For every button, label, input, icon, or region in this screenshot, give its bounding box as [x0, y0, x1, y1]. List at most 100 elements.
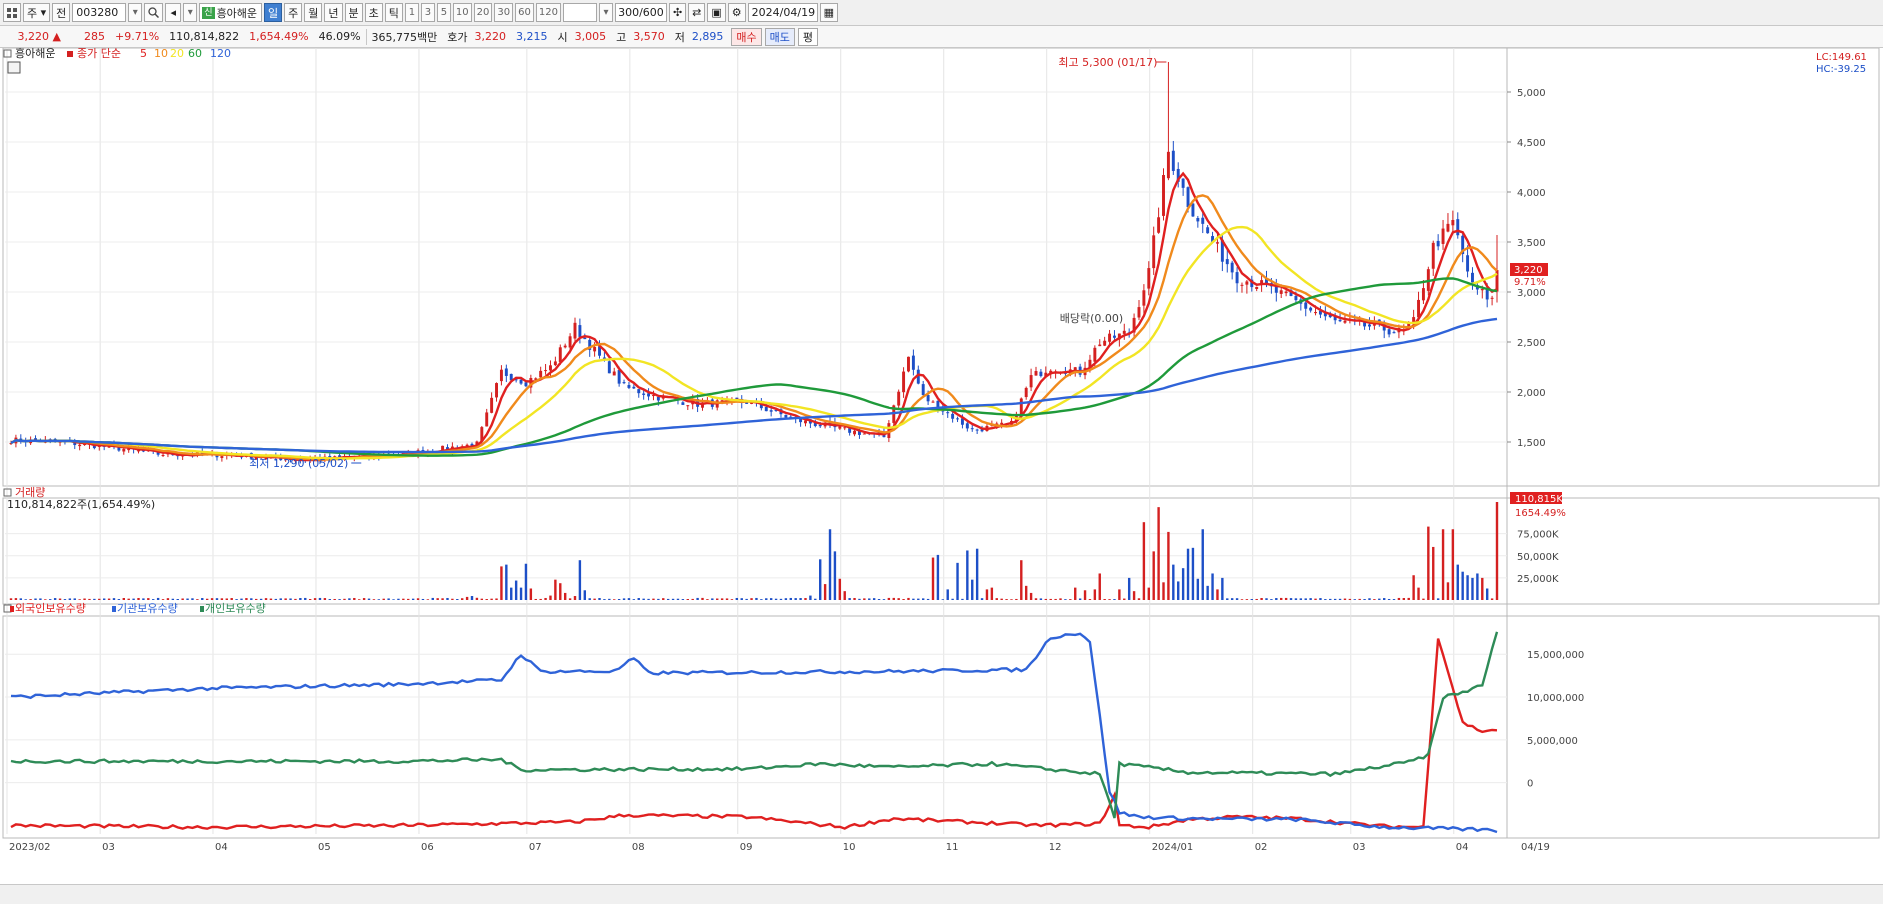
- stock-code-input[interactable]: 003280: [72, 3, 127, 22]
- crosshair-icon[interactable]: ✣: [668, 3, 687, 22]
- gear-icon[interactable]: ⚙: [727, 3, 746, 22]
- tab-tick[interactable]: 틱: [384, 3, 403, 22]
- chevron-down-icon[interactable]: ▾: [183, 3, 198, 22]
- volume-bar: [1294, 598, 1298, 600]
- volume-bar: [284, 598, 287, 600]
- volume-bar: [58, 598, 62, 600]
- candle-body: [1451, 219, 1455, 226]
- volume-bar: [1147, 587, 1150, 600]
- buy-button[interactable]: 매수: [731, 27, 762, 46]
- candle-body: [784, 414, 788, 418]
- volume-bar: [995, 598, 998, 600]
- chart-scrollbar[interactable]: [0, 884, 1883, 904]
- moving-averages: [10, 171, 1498, 462]
- last-volume-label: 110,815K: [1515, 494, 1563, 505]
- volume-bar: [666, 598, 670, 600]
- volume-bar: [1088, 599, 1092, 600]
- chevron-down-icon[interactable]: ▾: [598, 3, 613, 22]
- tab-minute[interactable]: 분: [344, 3, 363, 22]
- candle: [612, 367, 616, 376]
- volume-bar: [1422, 598, 1425, 600]
- tab-month[interactable]: 월: [304, 3, 323, 22]
- interval-5[interactable]: 5: [436, 3, 451, 22]
- candle-body: [578, 325, 582, 337]
- volume-bar: [902, 599, 905, 600]
- stock-name-field[interactable]: 신 흥아해운: [199, 3, 263, 22]
- calendar-icon[interactable]: ▦: [819, 3, 839, 22]
- volume-bars: [9, 502, 1499, 600]
- candle-body: [1196, 218, 1200, 222]
- candle-body: [617, 370, 621, 384]
- tab-second[interactable]: 초: [364, 3, 383, 22]
- interval-60[interactable]: 60: [515, 3, 534, 22]
- custom-interval-input[interactable]: [562, 3, 597, 22]
- volume-bar: [1020, 560, 1023, 600]
- interval-120[interactable]: 120: [535, 3, 561, 22]
- volume-bar: [936, 554, 940, 600]
- lc-label: LC:149.61: [1816, 52, 1867, 63]
- volume-bar: [519, 587, 523, 600]
- volume-tick-label: 75,000K: [1517, 530, 1559, 541]
- candle: [1490, 295, 1494, 306]
- volume-bar: [627, 598, 631, 600]
- volume-bar: [779, 598, 783, 600]
- date-input[interactable]: 2024/04/19: [747, 3, 818, 22]
- sell-button[interactable]: 매도: [764, 27, 795, 46]
- candle-body: [921, 384, 925, 395]
- period-select[interactable]: 주 ▾: [23, 3, 51, 22]
- data-count-input[interactable]: 300/600: [614, 3, 667, 22]
- save-icon[interactable]: ▣: [707, 3, 726, 22]
- eval-button[interactable]: 평: [797, 27, 819, 46]
- volume-bar: [313, 598, 317, 600]
- volume-bar: [1039, 598, 1043, 600]
- last-volume-ratio: 1654.49%: [1515, 508, 1566, 519]
- volume-bar: [24, 599, 27, 600]
- market-select[interactable]: 전: [52, 3, 71, 22]
- interval-10[interactable]: 10: [452, 3, 472, 22]
- speaker-icon[interactable]: ◂: [165, 3, 182, 22]
- ma-line-5: [10, 171, 1498, 462]
- volume-bar: [510, 587, 513, 600]
- volume-bar: [235, 599, 238, 600]
- tab-week[interactable]: 주: [284, 3, 303, 22]
- volume-bar: [83, 598, 86, 600]
- candle-body: [1417, 299, 1420, 318]
- candle-body: [1171, 150, 1175, 171]
- interval-20[interactable]: 20: [473, 3, 493, 22]
- volume-bar: [853, 597, 856, 600]
- candle: [931, 400, 935, 403]
- table-icon[interactable]: [7, 61, 21, 74]
- volume-bar: [323, 598, 327, 600]
- candle-body: [931, 401, 935, 403]
- candle: [499, 365, 503, 386]
- price-tick-label: 5,000: [1517, 88, 1546, 99]
- volume-bar: [1333, 598, 1337, 600]
- link-icon[interactable]: ⇄: [688, 3, 706, 22]
- interval-1[interactable]: 1: [404, 3, 419, 22]
- volume-bar: [1113, 599, 1116, 600]
- tab-year[interactable]: 년: [324, 3, 343, 22]
- volume-bar: [897, 598, 900, 600]
- candle: [1466, 245, 1470, 278]
- search-icon[interactable]: [144, 3, 164, 22]
- tab-day[interactable]: 일: [264, 3, 283, 22]
- candle-body: [1284, 291, 1288, 294]
- interval-30[interactable]: 30: [494, 3, 514, 22]
- chevron-down-icon[interactable]: ▾: [128, 3, 143, 22]
- candle: [573, 317, 577, 344]
- volume-bar: [436, 598, 439, 600]
- interval-3[interactable]: 3: [420, 3, 435, 22]
- ask-price: 3,220: [474, 30, 507, 43]
- volume-bar: [112, 598, 116, 600]
- x-tick-label: 04: [1456, 842, 1469, 853]
- candle-body: [1343, 320, 1347, 323]
- holdings-legend-icon: [10, 606, 14, 612]
- chart-area[interactable]: 1,500 2,000 2,500 3,000 3,500 4,000 4,500 5,000…: [0, 48, 1883, 884]
- volume-tick-label: 50,000K: [1517, 552, 1559, 563]
- candle-body: [1436, 240, 1440, 247]
- candle-body: [642, 393, 646, 395]
- grid-menu-icon[interactable]: [3, 3, 21, 22]
- volume-bar: [765, 598, 768, 600]
- volume-bar: [1441, 529, 1445, 600]
- candle-body: [78, 444, 82, 447]
